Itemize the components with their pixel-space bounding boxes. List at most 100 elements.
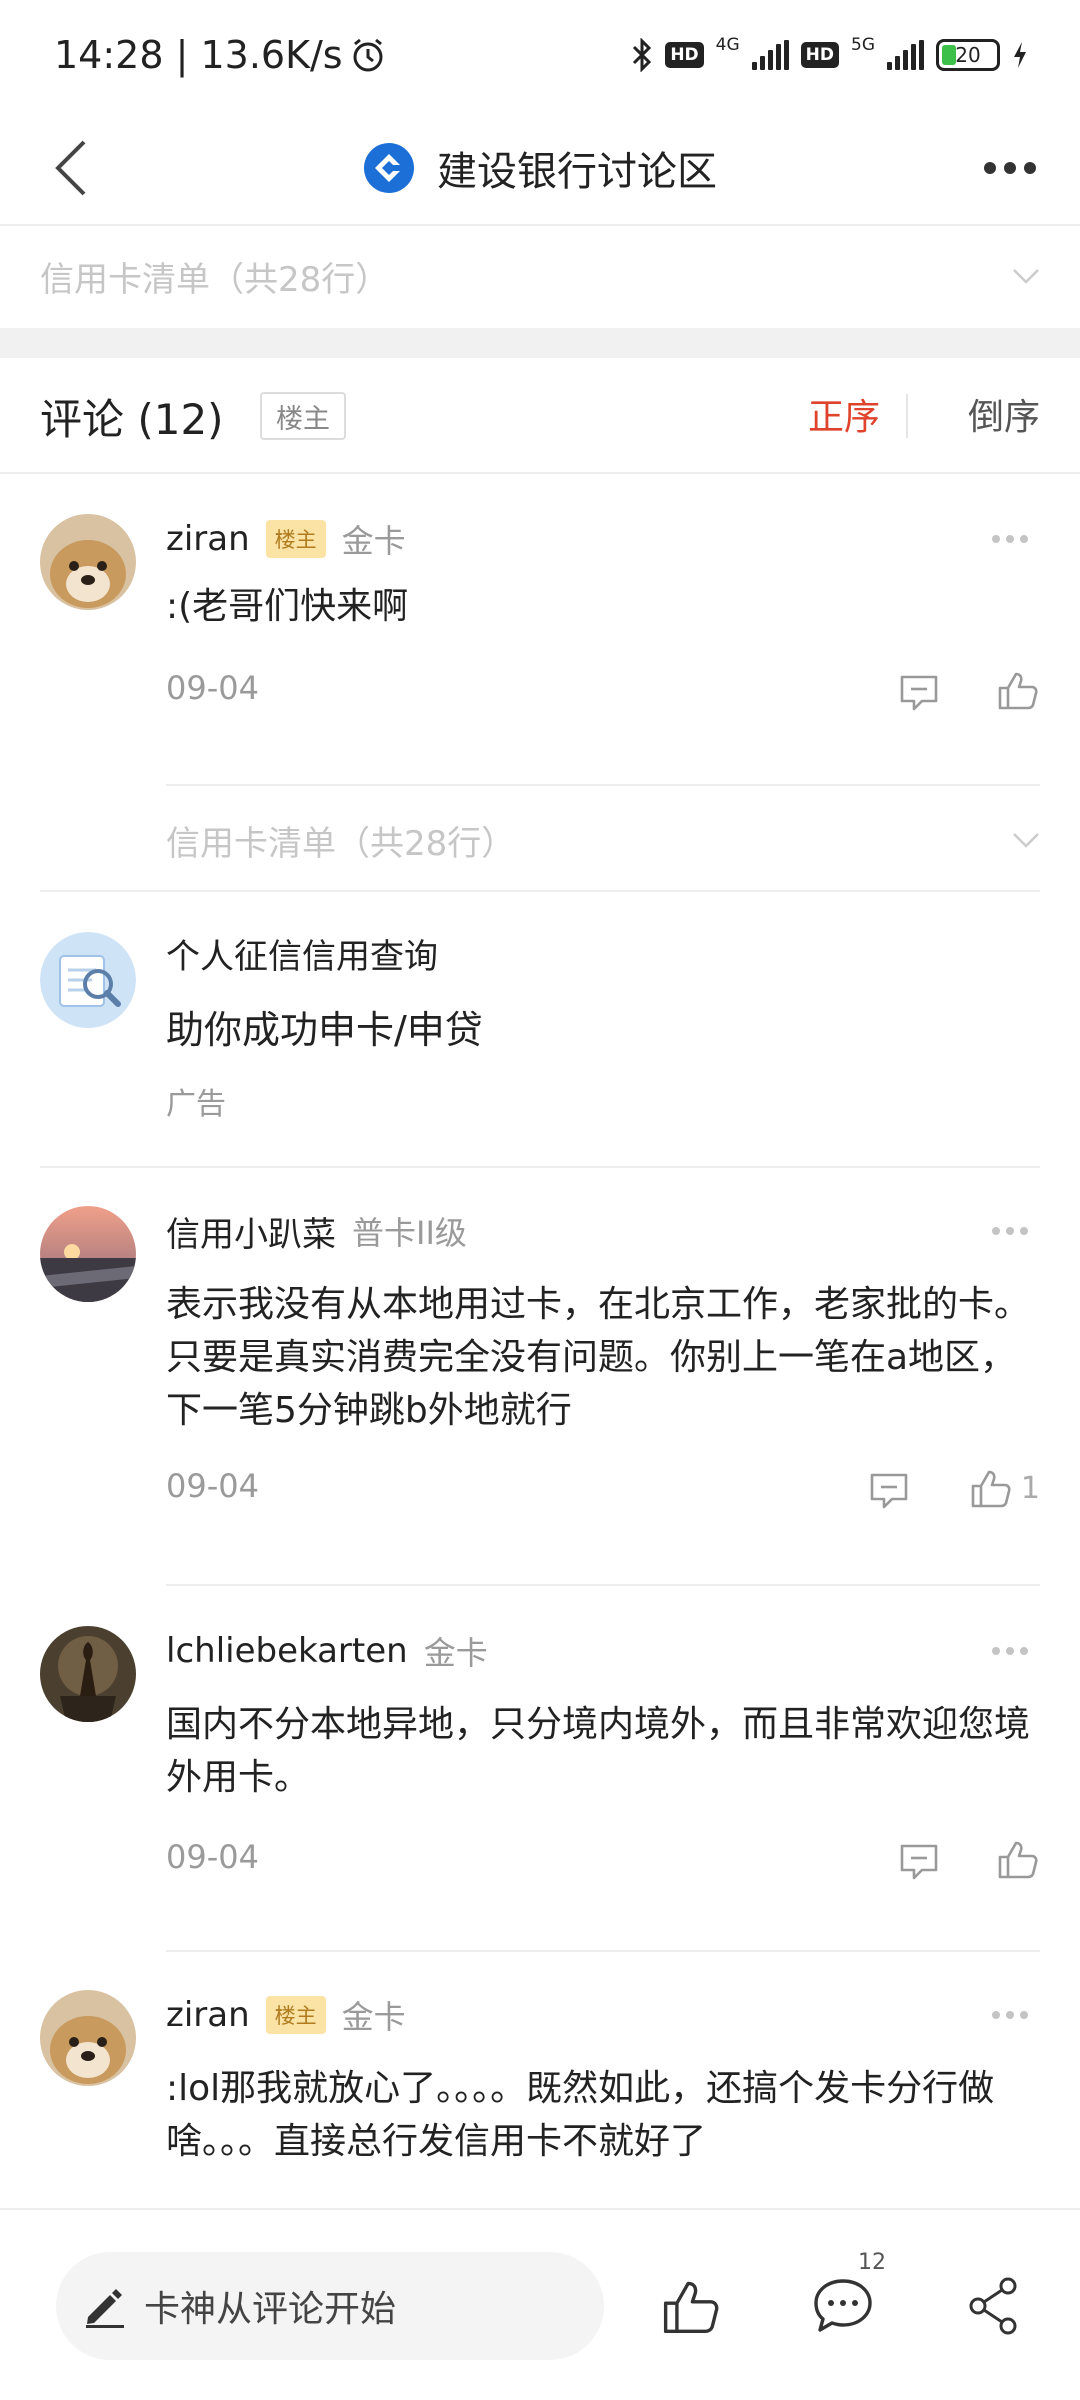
op-tag: 楼主 (265, 1996, 326, 2034)
chevron-down-icon (1013, 833, 1039, 848)
avatar[interactable] (40, 1626, 136, 1722)
ad-label: 广告 (166, 1087, 226, 1122)
comments-title: 评论 (12) (40, 395, 224, 444)
comment-text: 表示我没有从本地用过卡，在北京工作，老家批的卡。只要是真实消费完全没有问题。你别… (166, 1284, 1031, 1431)
comment-body: 信用小趴菜 普卡II级 表示我没有从本地用过卡，在北京工作，老家批的卡。只要是真… (166, 1206, 1040, 1521)
comment-meta: 信用小趴菜 普卡II级 (166, 1206, 1040, 1256)
share-icon (969, 2277, 1017, 2335)
bluetooth-icon (633, 38, 652, 72)
nav-title-wrap: 建设银行讨论区 (0, 110, 1080, 226)
collapse-label: 信用卡清单（共28行） (40, 259, 390, 300)
like-button[interactable] (996, 1836, 1040, 1882)
sunset-avatar-icon (40, 1206, 136, 1302)
sort-asc-tab[interactable]: 正序 (808, 388, 880, 440)
comment-item: ziran 楼主 金卡 :(老哥们快来啊 09-04 信用卡清单（共28行） (0, 474, 1080, 892)
share-button[interactable] (962, 2266, 1026, 2346)
comment-count-badge: 12 (858, 2250, 886, 2275)
comments-header: 评论 (12) 楼主 正序 倒序 (0, 358, 1080, 474)
comment-more-button[interactable] (980, 524, 1040, 554)
status-left: 14:28 | 13.6K/s (54, 33, 387, 77)
avatar[interactable] (40, 514, 136, 610)
battery-level: 20 (955, 43, 981, 67)
comment-meta: ziran 楼主 金卡 (166, 1990, 1040, 2040)
comment-footer: 09-04 (166, 663, 1040, 723)
user-rank: 金卡 (423, 1634, 488, 1672)
like-post-button[interactable] (656, 2266, 726, 2346)
comment-collapse-row[interactable]: 信用卡清单（共28行） (166, 790, 1040, 890)
signal-icon-1 (751, 40, 789, 70)
user-rank: 金卡 (341, 1998, 406, 2036)
comment-more-button[interactable] (980, 1216, 1040, 1246)
battery-icon: 20 (936, 39, 1000, 71)
comment-footer: 09-04 1 (166, 1461, 1040, 1521)
op-tag: 楼主 (265, 520, 326, 558)
comment-item: lchliebekarten 金卡 国内不分本地异地，只分境内境外，而且非常欢迎… (0, 1586, 1080, 1950)
signal-icon-2 (887, 40, 924, 70)
warrior-avatar-icon (40, 1626, 136, 1722)
comment-input-placeholder: 卡神从评论开始 (144, 2289, 397, 2330)
comment-date: 09-04 (166, 1467, 259, 1505)
op-only-filter[interactable]: 楼主 (260, 392, 346, 440)
like-button[interactable]: 1 (969, 1465, 1040, 1511)
comment-meta: ziran 楼主 金卡 (166, 514, 1040, 564)
thumbs-up-icon (998, 1841, 1038, 1879)
bottom-bar: 卡神从评论开始 12 (0, 2208, 1080, 2400)
collapse-label: 信用卡清单（共28行） (166, 823, 516, 864)
reply-icon[interactable] (866, 1467, 912, 1513)
comment-text: :lol那我就放心了。。。。既然如此，还搞个发卡分行做啥。。。直接总行发信用卡不… (166, 2068, 995, 2162)
charging-icon (1014, 42, 1026, 68)
comment-body: ziran 楼主 金卡 :(老哥们快来啊 09-04 (166, 514, 1040, 723)
comment-text: :(老哥们快来啊 (166, 586, 409, 627)
more-button[interactable] (970, 140, 1050, 196)
hd-badge-1: HD (665, 42, 704, 68)
hd-badge-2: HD (800, 42, 839, 68)
net-label-2: 5G (851, 35, 875, 55)
thumbs-up-icon (971, 1470, 1011, 1508)
alarm-icon (353, 38, 383, 72)
comment-body: lchliebekarten 金卡 国内不分本地异地，只分境内境外，而且非常欢迎… (166, 1626, 1040, 1892)
username[interactable]: ziran (166, 519, 250, 559)
net-label-1: 4G (715, 35, 740, 55)
time-speed: 14:28 | 13.6K/s (54, 33, 343, 77)
comment-text: 国内不分本地异地，只分境内境外，而且非常欢迎您境外用卡。 (166, 1704, 1031, 1798)
username[interactable]: lchliebekarten (166, 1631, 408, 1671)
thumbs-up-icon (663, 2281, 719, 2334)
like-count: 1 (1020, 1470, 1040, 1506)
ad-title: 个人征信信用查询 (166, 937, 438, 977)
comment-date: 09-04 (166, 669, 259, 707)
comment-footer: 09-04 (166, 1832, 1040, 1892)
reply-icon[interactable] (896, 1838, 942, 1884)
avatar[interactable] (40, 1206, 136, 1302)
chevron-down-icon (1013, 269, 1039, 284)
dog-avatar-icon (40, 1990, 136, 2086)
status-bar: 14:28 | 13.6K/s HD 4G HD 5G 20 (0, 0, 1080, 110)
more-dot (1024, 162, 1036, 174)
sort-desc-tab[interactable]: 倒序 (968, 388, 1040, 440)
ad-body: 个人征信信用查询 助你成功申卡/申贷 广告 (166, 932, 1040, 1123)
username[interactable]: 信用小趴菜 (166, 1207, 336, 1256)
ad-text: 助你成功申卡/申贷 (166, 1008, 483, 1052)
comment-more-button[interactable] (980, 1636, 1040, 1666)
avatar[interactable] (40, 1990, 136, 2086)
status-right: HD 4G HD 5G 20 (631, 35, 1028, 72)
reply-icon[interactable] (896, 669, 942, 715)
comment-body: ziran 楼主 金卡 :lol那我就放心了。。。。既然如此，还搞个发卡分行做啥… (166, 1990, 1040, 2168)
comment-meta: lchliebekarten 金卡 (166, 1626, 1040, 1676)
comments-button[interactable]: 12 (808, 2250, 886, 2346)
ccb-logo-icon (364, 143, 414, 193)
thumbs-up-icon (998, 672, 1038, 710)
user-rank: 普卡II级 (352, 1214, 467, 1252)
ad-item[interactable]: 个人征信信用查询 助你成功申卡/申贷 广告 (0, 892, 1080, 1166)
top-collapse-row[interactable]: 信用卡清单（共28行） (40, 226, 1040, 326)
pen-icon (86, 2289, 124, 2328)
like-button[interactable] (996, 667, 1040, 713)
comment-more-button[interactable] (980, 2000, 1040, 2030)
comment-input[interactable]: 卡神从评论开始 (56, 2252, 604, 2360)
page-title: 建设银行讨论区 (437, 149, 717, 195)
username[interactable]: ziran (166, 1995, 250, 2035)
section-divider (0, 328, 1080, 358)
more-dot (984, 162, 996, 174)
comment-date: 09-04 (166, 1838, 259, 1876)
nav-bar: 建设银行讨论区 (0, 110, 1080, 226)
ad-avatar (40, 932, 136, 1028)
